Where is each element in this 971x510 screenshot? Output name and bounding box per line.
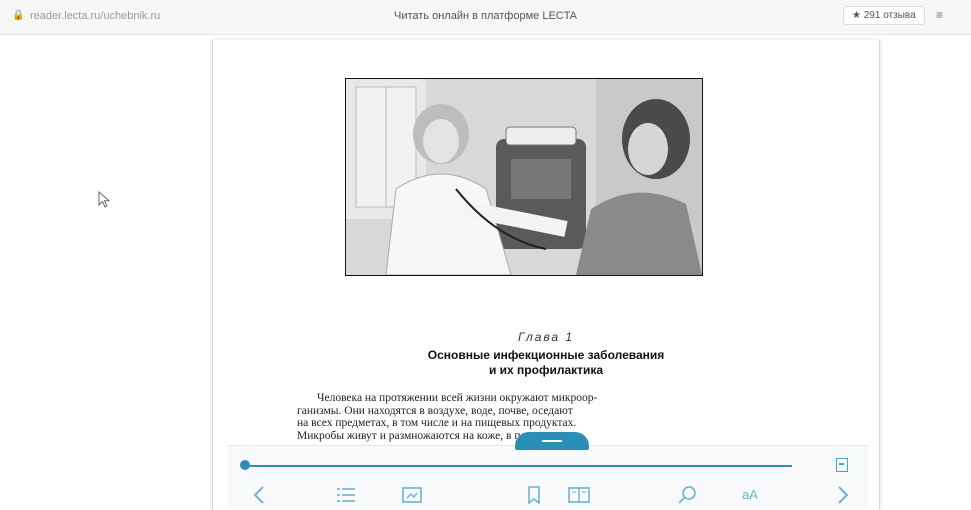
text-line: ганизмы. Они находятся в воздухе, воде, …: [297, 404, 573, 417]
chevron-left-icon[interactable]: [246, 484, 274, 506]
text-line: Человека на протяжении всей жизни окружа…: [317, 392, 598, 404]
rating-badge[interactable]: ★ 291 отзыва: [843, 6, 925, 25]
search-icon[interactable]: [674, 484, 702, 506]
bookmark-icon[interactable]: [520, 484, 548, 506]
menu-icon[interactable]: ≡: [936, 8, 943, 22]
reader-toolbar: аА: [228, 432, 868, 508]
heading-line: Основные инфекционные заболевания: [427, 348, 665, 362]
page-photo: [345, 78, 703, 276]
text-line: на всех предметах, в том числе и на пище…: [297, 417, 577, 429]
mouse-cursor-icon: [98, 191, 111, 208]
chapter-label: Глава 1: [517, 330, 575, 344]
list-icon[interactable]: [332, 484, 360, 506]
gallery-icon[interactable]: [398, 484, 426, 506]
chevron-right-icon[interactable]: [828, 484, 856, 506]
font-size-icon[interactable]: аА: [736, 484, 764, 506]
bookmark-add-icon[interactable]: [836, 458, 848, 472]
document-title: Читать онлайн в платформе LECTA: [394, 10, 577, 22]
page-progress-thumb[interactable]: [240, 460, 250, 470]
page-progress-track[interactable]: [244, 465, 792, 467]
heading-line: и их профилактика: [488, 363, 604, 377]
top-bar: 🔒 reader.lecta.ru/uchebnik.ru Читать онл…: [0, 0, 971, 35]
book-icon[interactable]: [565, 484, 593, 506]
toolbar-toggle-handle[interactable]: [515, 432, 589, 450]
chapter-heading: Основные инфекционные заболевания и их п…: [213, 348, 879, 378]
handle-grip-icon: [542, 440, 562, 442]
